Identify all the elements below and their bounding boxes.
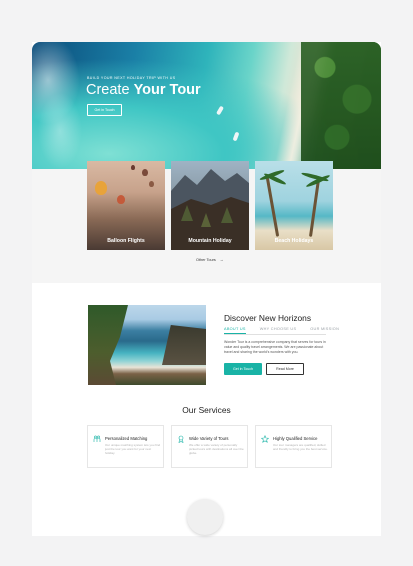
hero-get-in-touch-button[interactable]: Get in Touch bbox=[87, 104, 122, 116]
arrow-right-icon: → bbox=[219, 258, 224, 262]
discover-coast-image bbox=[88, 305, 206, 385]
service-description: Our tour managers are qualified, skilled… bbox=[273, 443, 328, 452]
tour-card-balloon[interactable]: Balloon Flights bbox=[87, 161, 165, 250]
read-more-button[interactable]: Read More bbox=[266, 363, 304, 375]
hero-boat bbox=[216, 105, 224, 116]
medal-icon bbox=[178, 435, 184, 443]
people-icon bbox=[93, 435, 101, 442]
tour-card-label: Beach Holidays bbox=[274, 238, 314, 244]
other-tours-link[interactable]: Other Tours → bbox=[196, 258, 224, 262]
palm-trunk bbox=[265, 177, 280, 237]
discover-description: Wonder Tour is a comprehensive company t… bbox=[224, 340, 326, 354]
star-icon bbox=[261, 435, 269, 443]
tabs-divider bbox=[224, 334, 326, 335]
hero-kicker: BUILD YOUR NEXT HOLIDAY TRIP WITH US bbox=[87, 76, 176, 80]
tab-about-us[interactable]: ABOUT US bbox=[224, 327, 246, 334]
balloon-icon bbox=[149, 181, 154, 187]
service-card-variety: Wide Variety of Tours We offer a wide va… bbox=[171, 425, 248, 468]
tour-card-label: Mountain Holiday bbox=[188, 238, 232, 244]
tour-card-beach[interactable]: Beach Holidays bbox=[255, 161, 333, 250]
service-title: Wide Variety of Tours bbox=[189, 436, 229, 441]
cliff-right bbox=[162, 325, 206, 365]
service-card-matching: Personalized Matching Our unique matchin… bbox=[87, 425, 164, 468]
service-card-quality: Highly Qualified Service Our tour manage… bbox=[255, 425, 332, 468]
palm-trunk bbox=[308, 179, 321, 237]
service-description: Our unique matching system lets you find… bbox=[105, 443, 161, 456]
hero-forest bbox=[301, 42, 381, 169]
discover-tabs: ABOUT US WHY CHOOSE US OUR MISSION bbox=[224, 327, 339, 334]
tour-card-label: Balloon Flights bbox=[107, 238, 145, 244]
service-title: Highly Qualified Service bbox=[273, 436, 318, 441]
service-title: Personalized Matching bbox=[105, 436, 148, 441]
balloon-icon bbox=[131, 165, 135, 170]
service-description: We offer a wide variety of personally pi… bbox=[189, 443, 244, 456]
hero-boat bbox=[232, 131, 240, 142]
tab-why-choose-us[interactable]: WHY CHOOSE US bbox=[260, 327, 297, 334]
mountain-illustration bbox=[171, 169, 249, 250]
tour-card-mountain[interactable]: Mountain Holiday bbox=[171, 161, 249, 250]
balloon-icon bbox=[117, 195, 125, 204]
tab-our-mission[interactable]: OUR MISSION bbox=[310, 327, 339, 334]
scroll-to-top-button[interactable] bbox=[187, 499, 223, 535]
discover-title: Discover New Horizons bbox=[224, 313, 312, 323]
hero-banner bbox=[32, 42, 381, 169]
cliff-left bbox=[88, 305, 128, 385]
get-in-touch-button[interactable]: Get in Touch bbox=[224, 363, 262, 375]
services-title: Our Services bbox=[182, 405, 231, 415]
balloon-icon bbox=[142, 169, 148, 176]
hero-title: Create Your Tour bbox=[86, 82, 201, 98]
balloon-icon bbox=[95, 181, 107, 195]
